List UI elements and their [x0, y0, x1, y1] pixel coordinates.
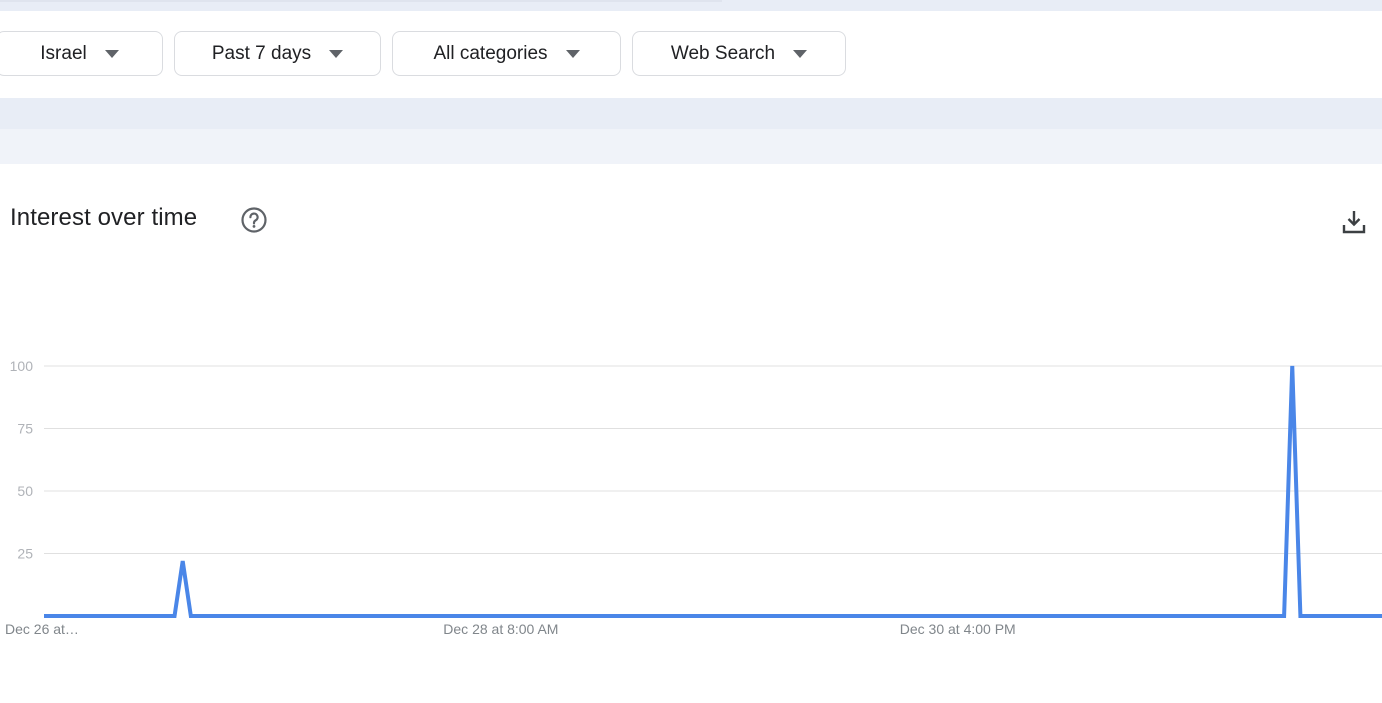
- y-axis-labels: 25 50 75 100: [10, 358, 34, 562]
- caret-down-icon: [565, 49, 580, 58]
- category-dropdown-label: All categories: [433, 42, 548, 64]
- region-dropdown[interactable]: Israel: [0, 31, 163, 76]
- download-icon[interactable]: [1340, 208, 1368, 236]
- divider-band-light: [0, 129, 1382, 164]
- y-tick-label: 50: [17, 483, 33, 499]
- help-circle-icon[interactable]: [240, 206, 268, 234]
- y-tick-label: 100: [10, 358, 34, 374]
- x-tick-label: Dec 28 at 8:00 AM: [443, 621, 558, 637]
- search-type-dropdown[interactable]: Web Search: [632, 31, 846, 76]
- search-type-dropdown-label: Web Search: [670, 42, 776, 64]
- caret-down-icon: [329, 49, 344, 58]
- region-dropdown-label: Israel: [40, 42, 87, 64]
- loading-bar: [0, 0, 722, 2]
- x-tick-label: Dec 26 at…: [5, 621, 79, 637]
- category-dropdown[interactable]: All categories: [392, 31, 621, 76]
- interest-over-time-chart: 255075100 Dec 26 at… Dec 28 at 8:00 AM Dec…: [5, 358, 1382, 637]
- caret-down-icon: [104, 49, 119, 58]
- section-title: Interest over time: [10, 204, 198, 231]
- time-range-dropdown[interactable]: Past 7 days: [174, 31, 381, 76]
- divider-band: [0, 98, 1382, 129]
- caret-down-icon: [793, 49, 808, 58]
- y-tick-label: 75: [17, 421, 33, 437]
- top-strip: [0, 0, 1382, 11]
- x-axis-labels: Dec 26 at… Dec 28 at 8:00 AM Dec 30 at 4:0…: [5, 621, 1016, 637]
- grid-layer: [44, 365, 1382, 554]
- x-tick-label: Dec 30 at 4:00 PM: [900, 621, 1016, 637]
- time-range-dropdown-label: Past 7 days: [211, 42, 312, 64]
- y-tick-label: 25: [17, 546, 33, 562]
